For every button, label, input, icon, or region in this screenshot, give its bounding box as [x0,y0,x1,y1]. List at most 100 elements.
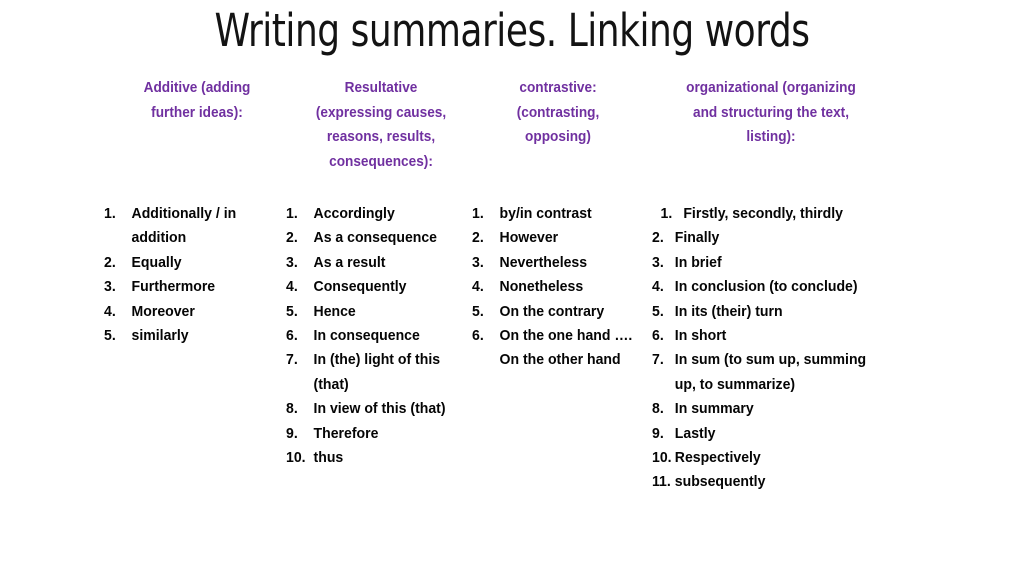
list-item: 6. On the one hand …. On the other hand [472,324,635,373]
list-item-number: 6. [652,328,664,345]
list-item-label: by/in contrast [499,206,592,222]
list-item-label: Respectively [674,450,761,467]
list-item: 2. Equally [104,251,281,275]
list-item-number: 6. [286,328,298,345]
list-item-number: 5. [104,328,116,345]
list-item: 7. In sum (to sum up, summing up, to sum… [652,348,878,397]
column-additive: Additive (adding further ideas): 1. Addi… [104,76,290,344]
page-title: Writing summaries. Linking words [214,4,810,57]
list-item: 9. Therefore [286,422,467,446]
heading-line: (contrasting, [516,104,600,121]
list-item-number: 8. [652,401,664,418]
list-item-label: Lastly [674,425,716,442]
list-item-number: 1. [472,206,484,222]
list-item: 5. On the contrary [472,300,635,324]
list-item: 3. As a result [286,251,467,275]
slide: Writing summaries. Linking words Additiv… [0,0,1024,574]
list-item-label: In its (their) turn [674,303,783,320]
list-item-label: In brief [674,254,722,271]
list-item-number: 3. [286,254,298,271]
list-item-label: In conclusion (to conclude) [674,279,858,296]
list-item-number: 2. [652,230,664,247]
list-item-label: Nonetheless [499,279,584,296]
list-item: 4. Moreover [104,300,281,324]
list-item-number: 3. [472,254,484,271]
list-item: 1. Additionally / in addition [104,202,281,251]
list-contrastive: 1. by/in contrast 2. However 3. Neverthe… [472,202,644,373]
column-heading-organizational: organizational (organizing and structuri… [659,76,883,150]
list-item: 3. Nevertheless [472,251,635,275]
list-item-number: 8. [286,401,298,418]
list-item-label: In view of this (that) [313,401,446,418]
list-item: 5. Hence [286,300,467,324]
list-item: 3. Furthermore [104,275,281,299]
column-heading-additive: Additive (adding further ideas): [110,76,285,125]
list-item-label: In summary [674,401,754,418]
list-additive: 1. Additionally / in addition 2. Equally… [104,202,290,348]
list-item: 6. In consequence [286,324,467,348]
list-item: 8. In view of this (that) [286,397,467,421]
column-organizational: organizational (organizing and structuri… [652,76,890,490]
list-item-number: 10. [286,450,306,467]
list-item-number: 2. [472,230,484,247]
heading-line: contrastive: [519,80,597,96]
list-item-number: 3. [104,279,116,296]
list-item-number: 1. [660,206,673,222]
list-item: 2. Finally [652,226,878,250]
list-item: 9. Lastly [652,422,878,446]
list-item: 4. Nonetheless [472,275,635,299]
list-item: 10. thus [286,446,467,470]
list-item-number: 3. [652,254,664,271]
column-heading-contrastive: contrastive: (contrasting, opposing) [477,76,639,150]
list-item-number: 7. [286,352,298,369]
list-item: 8. In summary [652,397,878,421]
list-item-number: 5. [286,303,298,320]
column-heading-resultative: Resultative (expressing causes, reasons,… [292,76,471,174]
list-item-label: Accordingly [313,206,395,222]
list-resultative: 1. Accordingly 2. As a consequence 3. As… [286,202,476,470]
heading-line: (expressing causes, [315,104,447,121]
list-item-label: Moreover [131,303,195,320]
heading-line: organizational (organizing [686,80,856,96]
heading-line: reasons, results, [326,129,436,145]
list-item-label: similarly [131,328,189,345]
linking-words-columns: Additive (adding further ideas): 1. Addi… [0,76,1024,574]
list-item-label: On the one hand …. On the other hand [499,328,633,369]
list-item: 3. In brief [652,251,878,275]
list-item: 2. As a consequence [286,226,467,250]
list-item-number: 9. [286,425,298,442]
list-item: 6. In short [652,324,878,348]
list-item-label: Consequently [313,279,407,296]
list-item-number: 10. [652,450,672,467]
heading-line: opposing) [525,129,591,145]
heading-line: listing): [746,129,796,145]
list-item-label: As a result [313,254,386,271]
list-item-number: 4. [286,279,298,296]
column-contrastive: contrastive: (contrasting, opposing) 1. … [472,76,644,368]
list-item-number: 9. [652,425,664,442]
list-item: 5. In its (their) turn [652,300,878,324]
list-item-label: Nevertheless [499,254,588,271]
list-item: 5. similarly [104,324,281,348]
list-item-label: Therefore [313,425,379,442]
list-item-label: Additionally / in addition [131,206,237,247]
heading-line: and structuring the text, [692,104,850,121]
list-item: 11. subsequently [652,470,878,494]
heading-line: consequences): [329,153,433,170]
heading-line: Resultative [344,80,418,96]
list-item-number: 4. [472,279,484,296]
list-item-label: On the contrary [499,303,605,320]
list-item-label: thus [313,450,344,467]
list-item-number: 6. [472,328,484,345]
heading-line: further ideas): [151,104,243,121]
list-item-number: 1. [104,206,116,222]
list-item-number: 4. [104,303,116,320]
list-item-number: 5. [472,303,484,320]
list-item-number: 2. [104,254,116,271]
list-item-label: subsequently [674,474,766,491]
list-item: 4. In conclusion (to conclude) [652,275,878,299]
list-item-number: 5. [652,303,664,320]
list-item-label: In (the) light of this (that) [313,352,441,393]
list-item-number: 1. [286,206,298,222]
list-item: 1. Firstly, secondly, thirdly [652,202,878,226]
